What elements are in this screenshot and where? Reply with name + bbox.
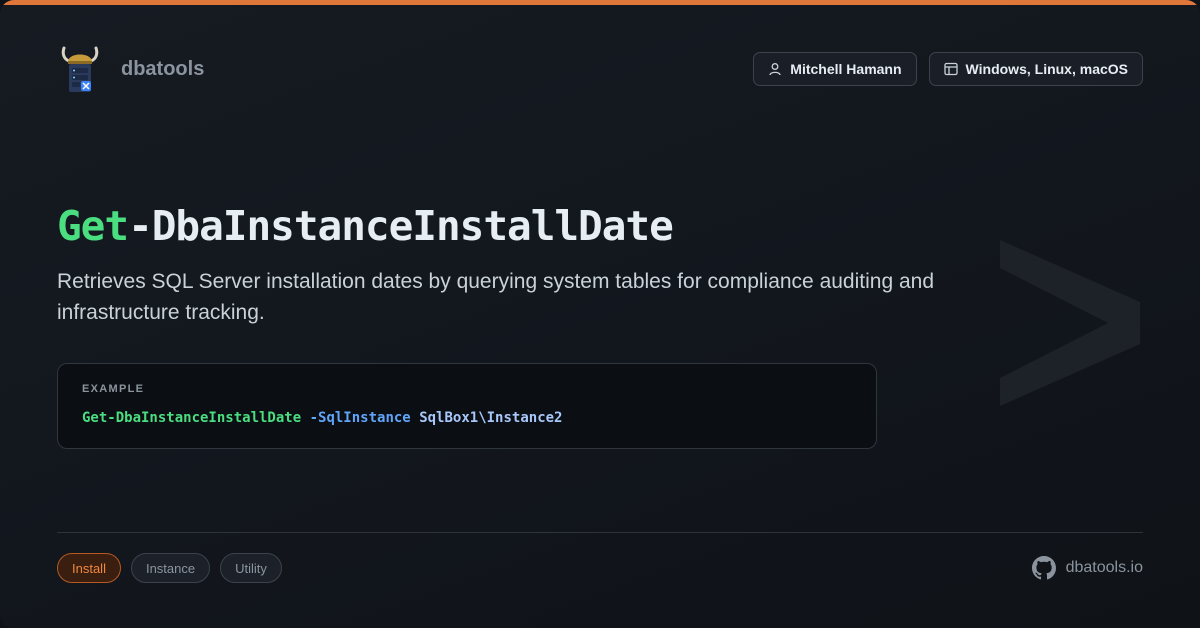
example-parameter: -SqlInstance <box>309 410 411 426</box>
platforms-pill[interactable]: Windows, Linux, macOS <box>928 52 1143 86</box>
example-value: SqlBox1\Instance2 <box>419 410 563 426</box>
social-card: dbatools Mitchell Hamann Windows, Linux,… <box>0 0 1200 628</box>
example-code[interactable]: Get-DbaInstanceInstallDate -SqlInstance … <box>82 410 562 426</box>
tag-install[interactable]: Install <box>57 553 121 583</box>
platforms-label: Windows, Linux, macOS <box>965 61 1128 77</box>
tag-utility[interactable]: Utility <box>220 553 282 583</box>
command-description: Retrieves SQL Server installation dates … <box>57 270 935 324</box>
divider <box>57 532 1143 533</box>
brand-name: dbatools <box>121 57 205 80</box>
example-block: EXAMPLE Get-DbaInstanceInstallDate -SqlI… <box>57 363 877 449</box>
command-title: Get-DbaInstanceInstallDate <box>57 202 674 250</box>
author-label: Mitchell Hamann <box>790 61 902 77</box>
brand[interactable]: dbatools <box>58 44 204 94</box>
tag-list: Install Instance Utility <box>57 553 282 583</box>
prompt-chevron-icon <box>1000 240 1140 406</box>
github-icon <box>1031 556 1056 580</box>
window-icon <box>943 62 958 76</box>
meta-pills: Mitchell Hamann Windows, Linux, macOS <box>753 52 1143 86</box>
tag-instance[interactable]: Instance <box>130 553 211 583</box>
command-noun: -DbaInstanceInstallDate <box>128 202 674 250</box>
author-pill[interactable]: Mitchell Hamann <box>753 52 917 86</box>
site-link[interactable]: dbatools.io <box>1031 556 1143 580</box>
user-icon <box>769 63 781 76</box>
viking-helmet-server-icon <box>61 46 99 92</box>
site-label: dbatools.io <box>1065 559 1143 576</box>
command-verb: Get <box>57 202 129 250</box>
example-command: Get-DbaInstanceInstallDate <box>82 410 302 426</box>
accent-bar <box>0 0 1200 5</box>
example-label: EXAMPLE <box>82 383 145 395</box>
